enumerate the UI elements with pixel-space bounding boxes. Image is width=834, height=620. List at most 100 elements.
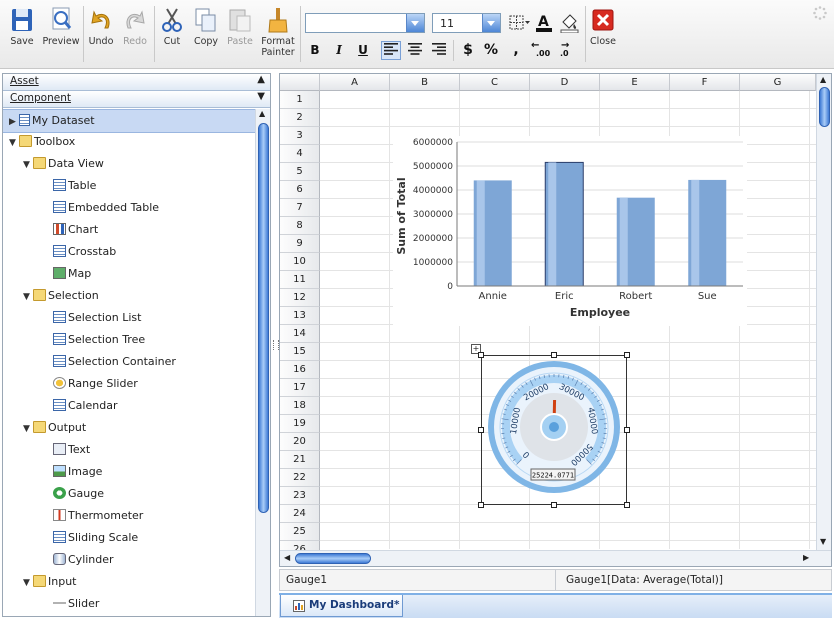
row-header[interactable]: 22 (280, 469, 320, 487)
tree-item-chart[interactable]: Chart (53, 219, 98, 241)
copy-button[interactable]: Copy (191, 6, 221, 47)
column-header-e[interactable]: E (600, 74, 670, 91)
tree-item-selection-tree[interactable]: Selection Tree (53, 329, 145, 351)
dashboard-sheet[interactable]: ABCDEFG 1 2 3 4 5 6 7 8 9 10 11 12 13 14 15 16 17 18 19 20 2… (279, 73, 832, 567)
font-name-select[interactable] (305, 13, 425, 33)
row-header[interactable]: 25 (280, 523, 320, 541)
format-painter-button[interactable]: Format Painter (259, 6, 297, 58)
align-left-button[interactable] (381, 41, 401, 60)
tree-item-input[interactable]: ▼ Input (23, 571, 76, 593)
underline-button[interactable]: U (353, 41, 373, 60)
row-header[interactable]: 12 (280, 289, 320, 307)
chart-component[interactable]: 0 1000000 2000000 3000000 4000000 5000000 6000… (393, 136, 747, 326)
chevron-down-icon[interactable] (482, 14, 500, 32)
tree-item-image[interactable]: Image (53, 461, 102, 483)
resize-handle[interactable] (478, 502, 484, 508)
sheet-horizontal-thumb[interactable] (295, 553, 371, 564)
row-header[interactable]: 15 (280, 343, 320, 361)
expand-arrow-icon[interactable]: ▼ (23, 286, 33, 308)
sheet-corner[interactable] (280, 74, 320, 91)
column-header-c[interactable]: C (460, 74, 530, 91)
row-header[interactable]: 18 (280, 397, 320, 415)
resize-handle[interactable] (478, 427, 484, 433)
row-header[interactable]: 8 (280, 217, 320, 235)
expand-arrow-icon[interactable]: ▼ (23, 418, 33, 440)
tab-my-dashboard[interactable]: My Dashboard* (280, 595, 403, 617)
bold-button[interactable]: B (305, 41, 325, 60)
save-button[interactable]: Save (7, 6, 37, 47)
row-header[interactable]: 1 (280, 91, 320, 109)
row-header[interactable]: 20 (280, 433, 320, 451)
row-header[interactable]: 21 (280, 451, 320, 469)
tree-item-toolbox[interactable]: ▼ Toolbox (9, 131, 75, 153)
resize-handle[interactable] (551, 502, 557, 508)
row-header[interactable]: 17 (280, 379, 320, 397)
scroll-left-icon[interactable]: ◀ (284, 553, 290, 562)
tree-scrollbar-thumb[interactable] (258, 123, 269, 513)
tree-scrollbar[interactable]: ▲ (255, 109, 270, 616)
scroll-down-icon[interactable]: ▼ (820, 537, 826, 546)
percent-button[interactable]: % (481, 41, 501, 60)
row-header[interactable]: 16 (280, 361, 320, 379)
scroll-right-icon[interactable]: ▶ (803, 553, 809, 562)
tree-item-selection-list[interactable]: Selection List (53, 307, 141, 329)
column-header-b[interactable]: B (390, 74, 460, 91)
row-header[interactable]: 3 (280, 127, 320, 145)
component-accordion-header[interactable]: Component ▼ (3, 91, 270, 108)
tree-item-selection[interactable]: ▼ Selection (23, 285, 99, 307)
tree-item-embedded-table[interactable]: Embedded Table (53, 197, 159, 219)
increase-decimal-button[interactable]: ← .00 (530, 40, 550, 60)
tree-item-gauge[interactable]: Gauge (53, 483, 104, 505)
row-header[interactable]: 11 (280, 271, 320, 289)
collapse-arrow-icon[interactable]: ▶ (9, 111, 19, 133)
resize-handle[interactable] (624, 502, 630, 508)
scroll-up-icon[interactable]: ▲ (259, 109, 265, 118)
tree-item-my-dataset[interactable]: ▶ My Dataset (3, 109, 261, 133)
borders-icon[interactable] (509, 15, 531, 31)
resize-handle[interactable] (624, 427, 630, 433)
row-header[interactable]: 24 (280, 505, 320, 523)
tree-item-range-slider[interactable]: Range Slider (53, 373, 138, 395)
tree-item-data-view[interactable]: ▼ Data View (23, 153, 104, 175)
column-header-a[interactable]: A (320, 74, 390, 91)
row-header[interactable]: 14 (280, 325, 320, 343)
fill-color-icon[interactable] (560, 12, 580, 33)
row-header[interactable]: 4 (280, 145, 320, 163)
align-center-button[interactable] (405, 41, 425, 60)
sheet-vertical-thumb[interactable] (819, 87, 830, 127)
tree-item-thermometer[interactable]: Thermometer (53, 505, 143, 527)
row-header[interactable]: 13 (280, 307, 320, 325)
tree-item-cylinder[interactable]: Cylinder (53, 549, 114, 571)
redo-button[interactable]: Redo (120, 6, 150, 47)
comma-button[interactable]: , (506, 41, 526, 60)
tree-item-slider[interactable]: Slider (53, 593, 99, 615)
undo-button[interactable]: Undo (86, 6, 116, 47)
currency-button[interactable]: $ (458, 41, 478, 60)
expand-arrow-icon[interactable]: ▼ (23, 572, 33, 594)
column-header-f[interactable]: F (670, 74, 740, 91)
gauge-component[interactable]: 01000020000 300004000050000 25224.0771 (486, 359, 622, 501)
row-header[interactable]: 6 (280, 181, 320, 199)
column-header-g[interactable]: G (740, 74, 816, 91)
close-button[interactable]: Close (588, 6, 618, 47)
column-header-d[interactable]: D (530, 74, 600, 91)
expand-arrow-icon[interactable]: ▼ (23, 154, 33, 176)
row-header[interactable]: 19 (280, 415, 320, 433)
sheet-vertical-scrollbar[interactable]: ▲ ▼ (816, 74, 831, 550)
row-header[interactable]: 10 (280, 253, 320, 271)
sheet-horizontal-scrollbar[interactable]: ◀ ▶ (280, 550, 831, 566)
asset-accordion-header[interactable]: Asset ▲ (3, 74, 270, 91)
resize-handle[interactable] (478, 352, 484, 358)
tree-item-sliding-scale[interactable]: Sliding Scale (53, 527, 138, 549)
paste-button[interactable]: Paste (224, 6, 256, 47)
font-size-select[interactable]: 11 (432, 13, 501, 33)
tree-item-map[interactable]: Map (53, 263, 91, 285)
resize-handle[interactable] (624, 352, 630, 358)
tree-item-calendar[interactable]: Calendar (53, 395, 117, 417)
tree-item-output[interactable]: ▼ Output (23, 417, 86, 439)
tree-item-table[interactable]: Table (53, 175, 96, 197)
row-header[interactable]: 2 (280, 109, 320, 127)
tree-item-crosstab[interactable]: Crosstab (53, 241, 116, 263)
font-color-icon[interactable]: A (535, 13, 553, 33)
row-header[interactable]: 7 (280, 199, 320, 217)
